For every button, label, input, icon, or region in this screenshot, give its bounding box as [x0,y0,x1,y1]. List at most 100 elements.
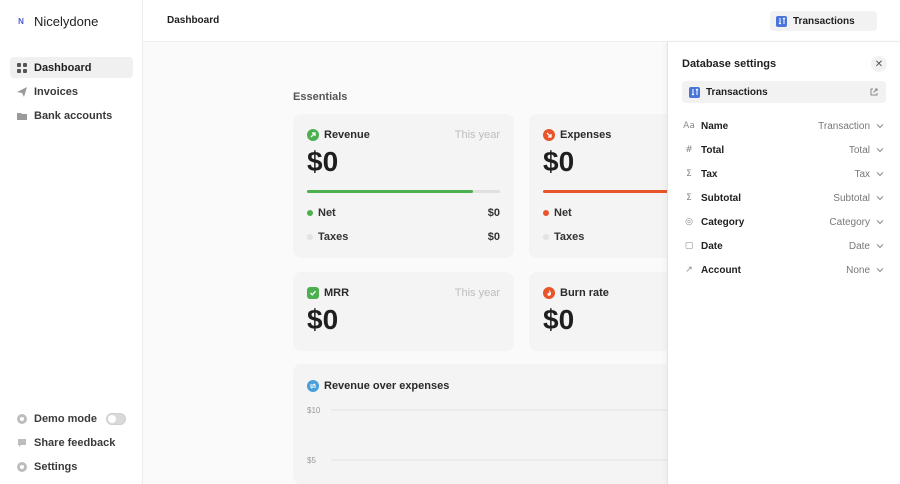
brand-name: Nicelydone [34,14,99,29]
mrr-period[interactable]: This year [455,287,500,299]
share-feedback-button[interactable]: Share feedback [10,432,133,453]
transactions-database-button[interactable]: Transactions [770,11,877,31]
eye-icon [17,413,27,424]
field-value-select[interactable]: None [846,265,870,276]
mrr-card[interactable]: MRR This year $0 [293,272,514,351]
revenue-card[interactable]: Revenue This year $0 Net $0 Taxes $0 [293,114,514,258]
settings-button[interactable]: Settings [10,456,133,477]
field-name: Account [701,264,741,276]
text-type-icon: Aa [683,121,695,131]
field-row-tax[interactable]: Σ Tax Tax [682,166,886,182]
chevron-down-icon[interactable] [876,218,886,226]
send-icon [17,86,27,97]
calendar-icon: ▢ [684,241,694,251]
expenses-title: Expenses [560,129,612,141]
demo-mode-label: Demo mode [34,412,97,425]
field-value-select[interactable]: Tax [854,169,870,180]
top-bar: Dashboard Transactions [143,0,900,42]
expenses-taxes-row: Taxes [543,231,675,243]
chevron-down-icon[interactable] [876,194,886,202]
panel-title: Database settings [682,58,777,70]
field-row-account[interactable]: ↗ Account None [682,262,886,278]
demo-mode-row[interactable]: Demo mode [10,408,133,429]
chevron-down-icon[interactable] [876,170,886,178]
field-name: Category [701,216,745,228]
page-title: Dashboard [167,15,220,26]
revenue-taxes-row: Taxes $0 [307,231,500,243]
mrr-value: $0 [307,304,339,335]
sum-type-icon: Σ [686,169,692,179]
revenue-net-label: Net [318,207,336,219]
field-row-category[interactable]: ◎ Category Category [682,214,886,230]
revenue-taxes-label: Taxes [318,231,349,243]
field-value-select[interactable]: Transaction [818,121,870,132]
revenue-title: Revenue [324,129,370,141]
sum-type-icon: Σ [686,193,692,203]
y-tick-label: $10 [307,406,321,415]
share-feedback-label: Share feedback [34,436,116,449]
chevron-down-icon[interactable] [876,242,886,250]
revenue-taxes-value: $0 [487,231,500,243]
field-name: Name [701,120,729,132]
chat-icon [17,438,27,448]
burn-rate-value: $0 [543,304,575,335]
external-link-icon[interactable] [869,87,879,97]
close-icon[interactable]: ✕ [871,56,887,72]
revenue-arrow-icon [307,129,319,141]
field-row-name[interactable]: Aa Name Transaction [682,118,886,134]
revenue-progress-bar [307,190,500,193]
revenue-period[interactable]: This year [455,129,500,141]
flame-icon [543,287,555,299]
field-row-date[interactable]: ▢ Date Date [682,238,886,254]
expenses-taxes-label: Taxes [554,231,585,243]
panel-source-label: Transactions [706,86,768,98]
relation-arrow-icon: ↗ [685,265,693,275]
sidebar-item-dashboard[interactable]: Dashboard [10,57,133,78]
net-dot [307,210,313,216]
field-value-select[interactable]: Date [849,241,870,252]
field-name: Total [701,144,725,156]
folder-icon [17,111,27,121]
demo-mode-toggle[interactable] [106,412,126,425]
taxes-dot [307,234,313,240]
select-type-icon: ◎ [685,217,693,227]
check-icon [307,287,319,299]
revenue-value: $0 [307,146,339,177]
brand-logo: N [18,17,24,26]
burn-rate-title: Burn rate [560,287,609,299]
brand[interactable]: N Nicelydone [17,14,98,29]
database-settings-panel: Database settings ✕ Transactions Aa Name… [667,42,900,484]
field-row-total[interactable]: # Total Total [682,142,886,158]
field-name: Date [701,240,723,252]
revenue-over-expenses-card[interactable]: Revenue over expenses $10 $5 [293,364,673,484]
sidebar-item-invoices[interactable]: Invoices [10,81,133,102]
field-value-select[interactable]: Subtotal [833,193,870,204]
expenses-value: $0 [543,146,575,177]
taxes-dot [543,234,549,240]
field-value-select[interactable]: Total [849,145,870,156]
sidebar-item-label: Dashboard [34,61,92,74]
chevron-down-icon[interactable] [876,146,886,154]
expenses-net-label: Net [554,207,572,219]
field-name: Subtotal [701,192,741,204]
panel-source-transactions[interactable]: Transactions [682,81,886,103]
database-icon [776,15,787,27]
gear-icon [17,461,27,472]
field-row-subtotal[interactable]: Σ Subtotal Subtotal [682,190,886,206]
expenses-arrow-icon [543,129,555,141]
y-tick-label: $5 [307,456,316,465]
number-type-icon: # [685,145,693,155]
section-title-essentials: Essentials [293,91,348,103]
burn-rate-card[interactable]: Burn rate $0 [529,272,689,351]
expenses-net-row: Net [543,207,675,219]
grid-icon [17,62,27,73]
revenue-net-row: Net $0 [307,207,500,219]
expenses-card[interactable]: Expenses $0 Net Taxes [529,114,689,258]
sidebar-item-label: Invoices [34,85,79,98]
chevron-down-icon[interactable] [876,122,886,130]
field-value-select[interactable]: Category [829,217,870,228]
mrr-title: MRR [324,287,350,299]
sidebar-item-bank-accounts[interactable]: Bank accounts [10,105,133,126]
chevron-down-icon[interactable] [876,266,886,274]
revenue-net-value: $0 [487,207,500,219]
